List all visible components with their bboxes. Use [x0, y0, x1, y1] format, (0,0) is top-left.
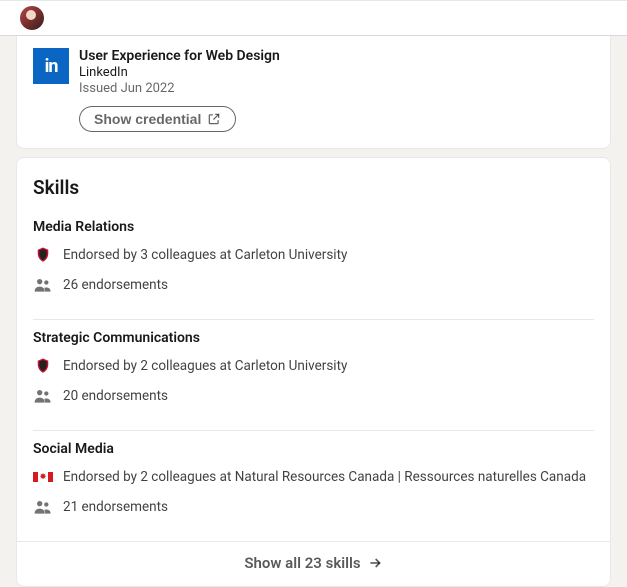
show-all-skills-label: Show all 23 skills	[244, 554, 360, 572]
carleton-logo-icon	[33, 245, 53, 265]
profile-avatar[interactable]	[20, 6, 44, 30]
skill-item: Social Media Endorsed by 2 colleagues at…	[17, 431, 610, 541]
show-all-skills-button[interactable]: Show all 23 skills	[17, 541, 610, 586]
certification-issuer: LinkedIn	[79, 65, 280, 80]
org-endorsement-text: Endorsed by 3 colleagues at Carleton Uni…	[63, 247, 347, 263]
org-endorsement-text: Endorsed by 2 colleagues at Carleton Uni…	[63, 358, 347, 374]
skill-item: Strategic Communications Endorsed by 2 c…	[17, 320, 610, 430]
skills-card: Skills Media Relations Endorsed by 3 col…	[16, 157, 611, 587]
endorsement-count-line[interactable]: 20 endorsements	[33, 386, 594, 406]
skill-name[interactable]: Media Relations	[33, 219, 594, 235]
endorsement-count-line[interactable]: 26 endorsements	[33, 275, 594, 295]
endorsement-count-line[interactable]: 21 endorsements	[33, 497, 594, 517]
certification-item: in User Experience for Web Design Linked…	[33, 48, 594, 132]
show-credential-button[interactable]: Show credential	[79, 106, 236, 132]
external-link-icon	[207, 112, 221, 126]
certification-issued-date: Issued Jun 2022	[79, 81, 280, 96]
skill-name[interactable]: Social Media	[33, 441, 594, 457]
arrow-right-icon	[367, 555, 383, 571]
org-endorsement-line: Endorsed by 3 colleagues at Carleton Uni…	[33, 245, 594, 265]
certification-title[interactable]: User Experience for Web Design	[79, 48, 280, 64]
people-icon	[33, 497, 53, 517]
org-endorsement-text: Endorsed by 2 colleagues at Natural Reso…	[63, 469, 586, 485]
skills-header: Skills	[17, 158, 610, 209]
skills-heading: Skills	[33, 176, 594, 199]
endorsement-count-text: 26 endorsements	[63, 277, 168, 293]
org-endorsement-line: Endorsed by 2 colleagues at Carleton Uni…	[33, 356, 594, 376]
org-endorsement-line: Endorsed by 2 colleagues at Natural Reso…	[33, 467, 594, 487]
show-credential-label: Show credential	[94, 111, 201, 127]
endorsement-count-text: 20 endorsements	[63, 388, 168, 404]
people-icon	[33, 275, 53, 295]
skill-name[interactable]: Strategic Communications	[33, 330, 594, 346]
skill-item: Media Relations Endorsed by 3 colleagues…	[17, 209, 610, 319]
nrcan-logo-icon	[33, 467, 53, 487]
endorsement-count-text: 21 endorsements	[63, 499, 168, 515]
linkedin-logo-icon: in	[33, 48, 69, 84]
people-icon	[33, 386, 53, 406]
certifications-card: in User Experience for Web Design Linked…	[16, 36, 611, 149]
carleton-logo-icon	[33, 356, 53, 376]
top-bar	[0, 0, 627, 36]
